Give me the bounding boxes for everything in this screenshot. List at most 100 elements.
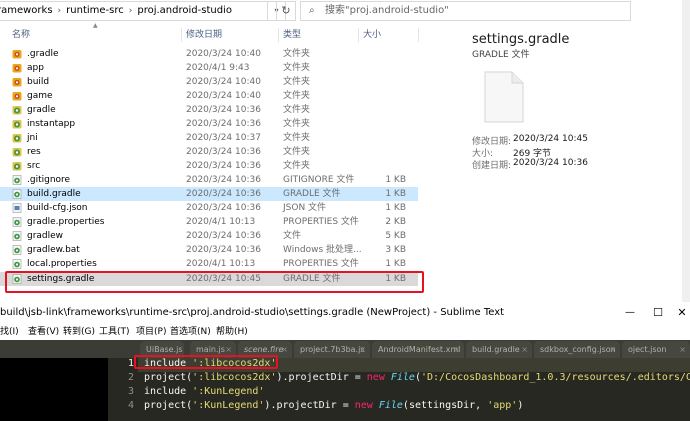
file-date: 2020/3/24 10:36 <box>186 245 261 255</box>
tab-androidmanifest-xml[interactable]: AndroidManifest.xml × <box>372 341 464 358</box>
code-line-2[interactable]: project(':libcocos2dx').projectDir = new… <box>144 372 690 383</box>
code-line-3[interactable]: include ':KunLegend' <box>144 386 264 397</box>
file-size: 3 KB <box>385 245 406 255</box>
file-row[interactable]: src 2020/3/24 10:36 文件夹 <box>0 159 418 173</box>
file-row[interactable]: .gitignore 2020/3/24 10:36 GITIGNORE 文件 1 K… <box>0 173 418 187</box>
file-name: .gitignore <box>27 175 71 185</box>
file-date: 2020/3/24 10:36 <box>186 231 261 241</box>
file-type: GRADLE 文件 <box>283 189 341 199</box>
menu-bar: 找(I) 查看(V) 转到(G) 工具(T) 项目(P) 首选项(N) 帮助(H… <box>0 324 690 340</box>
file-row[interactable]: res 2020/3/24 10:36 文件夹 <box>0 145 418 159</box>
file-name: local.properties <box>27 259 97 269</box>
file-row[interactable]: build 2020/3/24 10:40 文件夹 <box>0 75 418 89</box>
breadcrumb-chevron-icon: › <box>128 6 133 16</box>
column-header-size[interactable]: 大小 <box>363 28 381 42</box>
vertical-scrollbar[interactable] <box>682 0 690 302</box>
column-divider[interactable] <box>358 28 359 42</box>
code-token: (settingsDir, <box>402 400 488 411</box>
preview-created-label: 创建日期: <box>472 161 512 171</box>
column-divider[interactable] <box>278 28 279 42</box>
breadcrumb-item[interactable]: runtime-src <box>66 2 124 20</box>
close-icon[interactable]: × <box>359 341 366 358</box>
file-row[interactable]: app 2020/4/1 9:43 文件夹 <box>0 61 418 75</box>
code-token: include <box>144 386 193 397</box>
code-string: ':KunLegend' <box>192 386 265 397</box>
file-row[interactable]: build-cfg.json 2020/3/24 10:36 JSON 文件 1 KB <box>0 201 418 215</box>
menu-item-help[interactable]: 帮助(H) <box>216 324 248 340</box>
folder-app-icon <box>12 49 22 59</box>
menu-item-find[interactable]: 找(I) <box>0 324 19 340</box>
close-icon[interactable]: × <box>281 341 288 358</box>
close-icon[interactable]: × <box>453 341 460 358</box>
file-size: 1 KB <box>385 189 406 199</box>
file-row[interactable]: .gradle 2020/3/24 10:40 文件夹 <box>0 47 418 61</box>
code-line-4[interactable]: project(':KunLegend').projectDir = new F… <box>144 400 523 411</box>
menu-item-preferences[interactable]: 首选项(N) <box>170 324 211 340</box>
close-icon[interactable]: × <box>609 341 616 358</box>
highlight-annotation-box <box>134 355 278 369</box>
minimize-icon[interactable]: — <box>620 302 640 324</box>
file-row[interactable]: gradlew 2020/3/24 10:36 文件 5 KB <box>0 229 418 243</box>
tab-bar: UiBase.js main.js × scene.fire × project.7… <box>0 340 690 358</box>
breadcrumb-chevron-icon: › <box>57 6 62 16</box>
code-token: ).projectDir = <box>264 400 355 411</box>
menu-item-view[interactable]: 查看(V) <box>28 324 59 340</box>
close-icon[interactable]: × <box>521 341 528 358</box>
file-date: 2020/4/1 10:13 <box>186 217 256 227</box>
code-type: File <box>378 400 403 411</box>
column-header-date[interactable]: 修改日期 <box>186 28 222 42</box>
file-type: 文件夹 <box>283 147 311 157</box>
file-date: 2020/3/24 10:36 <box>186 119 261 129</box>
file-size: 2 KB <box>385 217 406 227</box>
file-row[interactable]: build.gradle 2020/3/24 10:36 GRADLE 文件 1 KB <box>0 187 418 201</box>
tab-sdkbox-config-json[interactable]: sdkbox_config.json × <box>534 341 620 358</box>
file-row[interactable]: jni 2020/3/24 10:37 文件夹 <box>0 131 418 145</box>
tab-label: project.7b3ba.js <box>300 345 365 354</box>
preview-file-type: GRADLE 文件 <box>472 50 530 60</box>
close-icon[interactable]: ✕ <box>674 302 690 324</box>
file-size: 1 KB <box>385 203 406 213</box>
column-header-type[interactable]: 类型 <box>283 28 301 42</box>
search-placeholder: 搜索"proj.android-studio" <box>325 5 449 16</box>
menu-item-tools[interactable]: 工具(T) <box>99 324 130 340</box>
file-date: 2020/3/24 10:40 <box>186 49 261 59</box>
breadcrumb-item[interactable]: rameworks <box>0 2 53 20</box>
maximize-icon[interactable]: ☐ <box>648 302 668 324</box>
column-divider[interactable] <box>418 28 419 42</box>
code-token: ) <box>517 400 524 411</box>
file-type: Windows 批处理... <box>283 245 362 255</box>
tab-build-gradle[interactable]: build.gradle × <box>466 341 532 358</box>
file-row[interactable]: game 2020/3/24 10:40 文件夹 <box>0 89 418 103</box>
folder-app-icon <box>12 63 22 73</box>
search-input[interactable]: ⌕ 搜索"proj.android-studio" <box>300 1 631 21</box>
file-row[interactable]: gradlew.bat 2020/3/24 10:36 Windows 批处理...… <box>0 243 418 257</box>
window-title-bar[interactable]: build\jsb-link\frameworks\runtime-src\pr… <box>0 302 690 324</box>
search-icon: ⌕ <box>309 5 315 16</box>
column-header-name[interactable]: 名称 <box>12 28 30 42</box>
screenshot-root: rameworks › runtime-src › proj.android-studi… <box>0 0 690 421</box>
file-row[interactable]: local.properties 2020/4/1 10:13 PROPERTIES… <box>0 257 418 271</box>
file-row[interactable]: gradle.properties 2020/4/1 10:13 PROPERTIE… <box>0 215 418 229</box>
file-type: PROPERTIES 文件 <box>283 259 359 269</box>
file-type: PROPERTIES 文件 <box>283 217 359 227</box>
folder-gradle-icon <box>12 147 22 157</box>
file-row[interactable]: instantapp 2020/3/24 10:36 文件夹 <box>0 117 418 131</box>
address-bar-area: rameworks › runtime-src › proj.android-studi… <box>0 0 690 22</box>
menu-item-project[interactable]: 项目(P) <box>136 324 166 340</box>
breadcrumb-item[interactable]: proj.android-studio <box>137 2 232 20</box>
file-row[interactable]: gradle 2020/3/24 10:36 文件夹 <box>0 103 418 117</box>
breadcrumb[interactable]: rameworks › runtime-src › proj.android-studi… <box>0 1 268 21</box>
file-date: 2020/3/24 10:36 <box>186 175 261 185</box>
file-type: 文件夹 <box>283 119 311 129</box>
file-date: 2020/3/24 10:36 <box>186 147 261 157</box>
tab-project-js[interactable]: project.7b3ba.js × <box>294 341 370 358</box>
refresh-button[interactable]: ↻ <box>276 1 296 21</box>
file-name: gradle <box>27 105 56 115</box>
tab-project-json[interactable]: oject.json × <box>622 341 690 358</box>
column-divider[interactable] <box>181 28 182 42</box>
file-name: .gradle <box>27 49 59 59</box>
file-type: 文件夹 <box>283 161 311 171</box>
close-icon[interactable]: × <box>679 341 686 358</box>
menu-item-goto[interactable]: 转到(G) <box>63 324 95 340</box>
file-type: GITIGNORE 文件 <box>283 175 355 185</box>
